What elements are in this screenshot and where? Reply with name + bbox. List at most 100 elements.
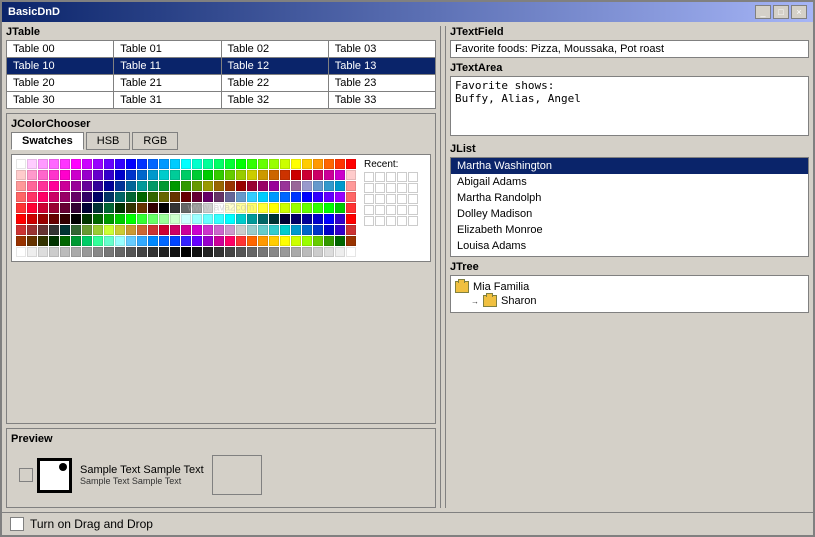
color-swatch-cell[interactable] [126,247,136,257]
color-swatch-cell[interactable] [170,170,180,180]
color-swatch-cell[interactable] [181,247,191,257]
color-swatch-cell[interactable] [335,192,345,202]
color-swatch-cell[interactable] [214,170,224,180]
color-swatch-cell[interactable] [170,236,180,246]
color-swatch-cell[interactable] [324,192,334,202]
color-swatch-cell[interactable] [148,181,158,191]
color-swatch-cell[interactable] [291,159,301,169]
color-swatch-cell[interactable] [214,236,224,246]
color-swatch-cell[interactable] [313,181,323,191]
color-swatch-cell[interactable] [93,247,103,257]
list-item[interactable]: Martha Randolph [451,190,808,206]
color-swatch-cell[interactable] [247,225,257,235]
color-swatch-cell[interactable] [16,236,26,246]
color-swatch-cell[interactable] [137,225,147,235]
drag-drop-checkbox[interactable] [10,517,24,531]
color-swatch-cell[interactable] [269,170,279,180]
color-swatch-cell[interactable] [126,236,136,246]
color-swatch-cell[interactable] [192,159,202,169]
recent-swatch-cell[interactable] [364,172,374,182]
color-swatch-cell[interactable] [27,181,37,191]
color-swatch-cell[interactable] [269,192,279,202]
color-swatch-cell[interactable] [247,203,257,213]
color-swatch-cell[interactable] [115,170,125,180]
color-swatch-cell[interactable] [247,159,257,169]
color-swatch-cell[interactable] [38,170,48,180]
color-swatch-cell[interactable] [203,247,213,257]
color-swatch-cell[interactable] [82,159,92,169]
color-swatch-cell[interactable] [82,247,92,257]
color-swatch-cell[interactable] [148,236,158,246]
color-swatch-cell[interactable] [104,181,114,191]
close-button[interactable]: × [791,5,807,19]
color-swatch-cell[interactable] [346,181,356,191]
color-swatch-cell[interactable] [192,203,202,213]
color-swatch-cell[interactable] [192,170,202,180]
color-swatch-cell[interactable] [214,192,224,202]
color-swatch-cell[interactable] [49,159,59,169]
color-swatch-cell[interactable] [203,192,213,202]
color-swatch-cell[interactable] [159,203,169,213]
tab-swatches[interactable]: Swatches [11,132,84,150]
recent-swatch-cell[interactable] [364,194,374,204]
color-swatch-cell[interactable] [225,247,235,257]
color-swatch-cell[interactable] [280,247,290,257]
color-swatch-cell[interactable] [38,192,48,202]
color-swatch-cell[interactable] [203,159,213,169]
color-swatch-cell[interactable] [181,225,191,235]
color-swatch-cell[interactable] [346,203,356,213]
color-swatch-cell[interactable] [324,170,334,180]
color-swatch-cell[interactable] [324,159,334,169]
color-swatch-cell[interactable] [214,225,224,235]
color-swatch-cell[interactable] [203,236,213,246]
color-swatch-cell[interactable] [93,170,103,180]
color-swatch-cell[interactable] [104,170,114,180]
color-swatch-cell[interactable] [324,225,334,235]
color-swatch-cell[interactable] [247,236,257,246]
list-item[interactable]: Dolley Madison [451,206,808,222]
color-swatch-cell[interactable] [280,225,290,235]
color-swatch-cell[interactable] [170,192,180,202]
recent-swatch-cell[interactable] [408,183,418,193]
color-swatch-cell[interactable] [181,170,191,180]
color-swatch-cell[interactable] [115,225,125,235]
color-swatch-cell[interactable] [346,192,356,202]
color-swatch-cell[interactable] [126,181,136,191]
list-item[interactable]: Louisa Adams [451,238,808,254]
jtextarea-input[interactable]: Favorite shows: Buffy, Alias, Angel [450,76,809,136]
recent-swatch-cell[interactable] [408,172,418,182]
color-swatch-cell[interactable] [280,203,290,213]
color-swatch-cell[interactable] [313,192,323,202]
color-swatch-cell[interactable] [148,203,158,213]
color-swatch-cell[interactable] [258,214,268,224]
color-swatch-cell[interactable] [16,203,26,213]
color-swatch-cell[interactable] [49,247,59,257]
recent-swatch-cell[interactable] [397,172,407,182]
color-swatch-cell[interactable] [115,214,125,224]
color-swatch-cell[interactable] [82,192,92,202]
color-swatch-cell[interactable] [324,203,334,213]
color-swatch-cell[interactable] [27,192,37,202]
color-swatch-cell[interactable] [148,225,158,235]
color-swatch-cell[interactable] [247,214,257,224]
color-swatch-cell[interactable] [313,170,323,180]
color-swatch-cell[interactable] [192,247,202,257]
color-swatch-cell[interactable] [170,159,180,169]
color-swatch-cell[interactable] [181,181,191,191]
color-swatch-cell[interactable] [346,159,356,169]
color-swatch-cell[interactable] [335,247,345,257]
color-swatch-cell[interactable] [335,214,345,224]
color-swatch-cell[interactable] [335,236,345,246]
color-swatch-cell[interactable] [148,214,158,224]
jtable[interactable]: Table 00 Table 01 Table 02 Table 03 Tabl… [6,40,436,109]
color-swatch-cell[interactable] [225,159,235,169]
color-swatch-cell[interactable] [38,203,48,213]
color-swatch-cell[interactable] [16,214,26,224]
color-swatch-cell[interactable] [38,181,48,191]
color-swatch-cell[interactable] [335,203,345,213]
color-swatch-cell[interactable] [291,170,301,180]
color-swatch-cell[interactable] [159,214,169,224]
color-swatch-cell[interactable] [269,203,279,213]
color-swatch-cell[interactable] [225,214,235,224]
color-swatch-cell[interactable] [49,192,59,202]
